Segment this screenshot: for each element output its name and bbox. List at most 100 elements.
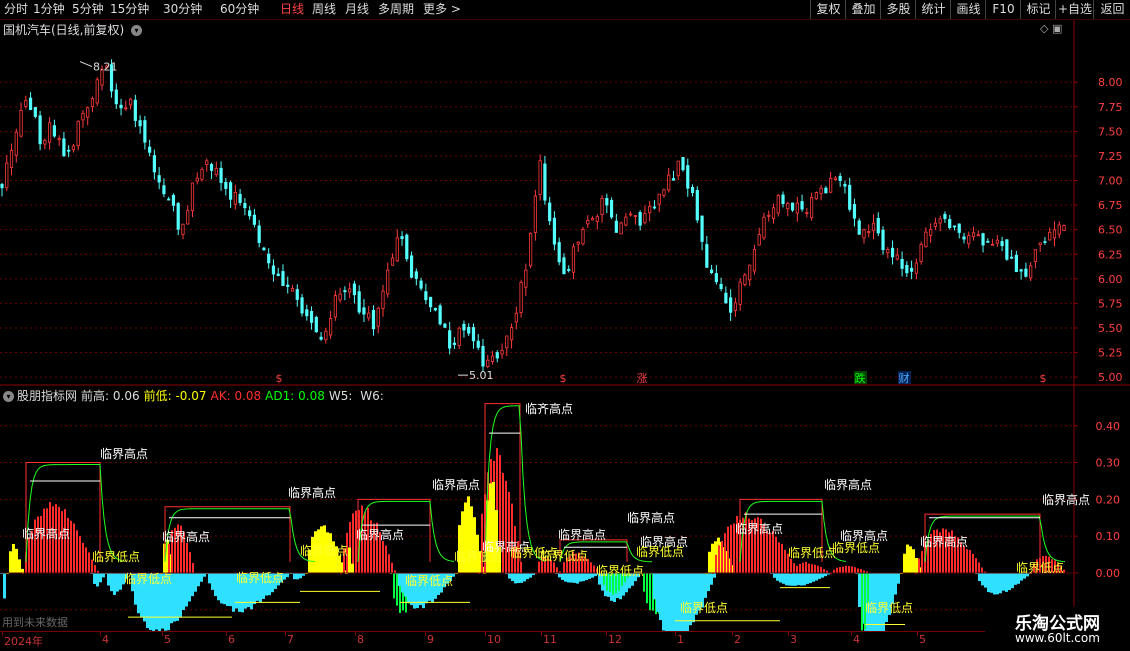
candle-body [781, 194, 785, 204]
ind-bar [348, 547, 351, 573]
date-tick [788, 632, 789, 636]
candle-body [462, 323, 466, 331]
ind-bar [912, 549, 915, 573]
candle-body [333, 295, 337, 318]
critical-high-label: 临界高点 [162, 529, 210, 544]
candle-body [281, 271, 285, 286]
ind-bar [232, 572, 235, 612]
candle-body [681, 156, 685, 171]
candle-body [757, 234, 761, 246]
critical-low-label: 临界低点 [236, 571, 284, 585]
ind-bar [689, 572, 692, 626]
ind-bar [836, 567, 838, 573]
candle-body [295, 289, 299, 300]
diamond-icon[interactable]: ◇ [1040, 22, 1048, 35]
price-tick-label: 7.00 [1098, 175, 1123, 188]
candle-body [205, 160, 209, 165]
indicator-value-0: 前高: 0.06 [81, 389, 140, 403]
critical-high-label: 临界高点 [1042, 492, 1090, 507]
candle-body [1014, 254, 1018, 272]
ind-bar [857, 568, 859, 573]
candle-body [286, 284, 290, 287]
candle-body [890, 247, 895, 258]
candle-body [443, 323, 447, 328]
candle-body [619, 222, 623, 235]
ind-bar [208, 572, 211, 584]
candle-body [190, 182, 195, 212]
date-label: 8 [357, 633, 364, 646]
candle-body [314, 316, 318, 333]
ind-bar [1005, 572, 1008, 592]
critical-low-label: 临界低点 [124, 572, 172, 586]
candle-body [533, 195, 537, 233]
candle-body [76, 120, 80, 147]
critical-high-label: 临界高点 [627, 510, 675, 525]
ind-bar [793, 568, 795, 573]
ind-bar [659, 572, 662, 621]
ind-bar [805, 561, 807, 573]
date-label: 1 [677, 633, 684, 646]
candle-body [786, 202, 790, 210]
ind-bar [217, 572, 220, 601]
candle-body [486, 359, 490, 367]
critical-low-label: 临界低点 [636, 545, 684, 559]
candle-body [576, 241, 580, 245]
date-tick [100, 632, 101, 636]
candle-body [809, 197, 814, 219]
ind-bar [715, 554, 717, 573]
ind-bar [220, 572, 223, 604]
ind-bar [94, 565, 96, 573]
candle-body [771, 207, 776, 220]
ind-bar [975, 558, 977, 573]
ind-bar [963, 545, 965, 573]
ind-bar [73, 523, 75, 573]
ind-bar [567, 572, 570, 583]
candle-body [695, 190, 699, 221]
ind-bar [182, 572, 185, 610]
date-label: 7 [287, 633, 294, 646]
ind-bar [88, 552, 90, 573]
dropdown-circle-icon[interactable]: ▾ [131, 25, 143, 36]
candle-body [705, 244, 709, 268]
candle-body [62, 138, 66, 157]
ind-bar [40, 515, 42, 573]
indicator-value-1: 前低: -0.07 [143, 389, 207, 403]
ind-bar [823, 569, 825, 573]
candle-body [862, 229, 866, 239]
date-label: 2 [734, 633, 741, 646]
ind-bar [211, 572, 214, 590]
period-high-label: 8.21 [93, 61, 118, 74]
candle-body [371, 310, 376, 330]
candle-body [33, 107, 37, 117]
ind-bar [776, 572, 779, 581]
candle-body [724, 292, 728, 304]
ind-bar [646, 572, 648, 604]
candle-body [614, 220, 618, 233]
candle-body [95, 79, 99, 104]
window-icon[interactable]: ▣ [1052, 22, 1062, 35]
indicator-value-3: AD1: 0.08 [265, 389, 325, 403]
candle-body [1000, 241, 1004, 247]
ind-bar [860, 569, 862, 573]
ind-bar [724, 533, 726, 573]
date-label: 5 [919, 633, 926, 646]
main-chart-title: 国机汽车(日线,前复权) ▾ [3, 21, 143, 38]
price-tick-label: 7.50 [1098, 125, 1123, 138]
candle-body [467, 326, 471, 334]
critical-high-label: 临界高点 [288, 485, 336, 500]
candle-body [357, 291, 361, 313]
indicator-dropdown-icon[interactable]: ▾ [3, 391, 14, 402]
candle-body [538, 160, 542, 195]
candle-body [86, 107, 90, 118]
candle-body [581, 229, 585, 245]
ind-bar [382, 541, 384, 573]
date-tick [226, 632, 227, 636]
ind-tick-label: 0.30 [1096, 457, 1121, 470]
ind-bar [296, 572, 299, 580]
candle-body [386, 269, 390, 295]
candle-body [881, 229, 885, 251]
candle-body [57, 138, 61, 141]
ind-bar [385, 545, 387, 573]
ind-bar [93, 572, 96, 584]
ind-bar [226, 572, 229, 606]
